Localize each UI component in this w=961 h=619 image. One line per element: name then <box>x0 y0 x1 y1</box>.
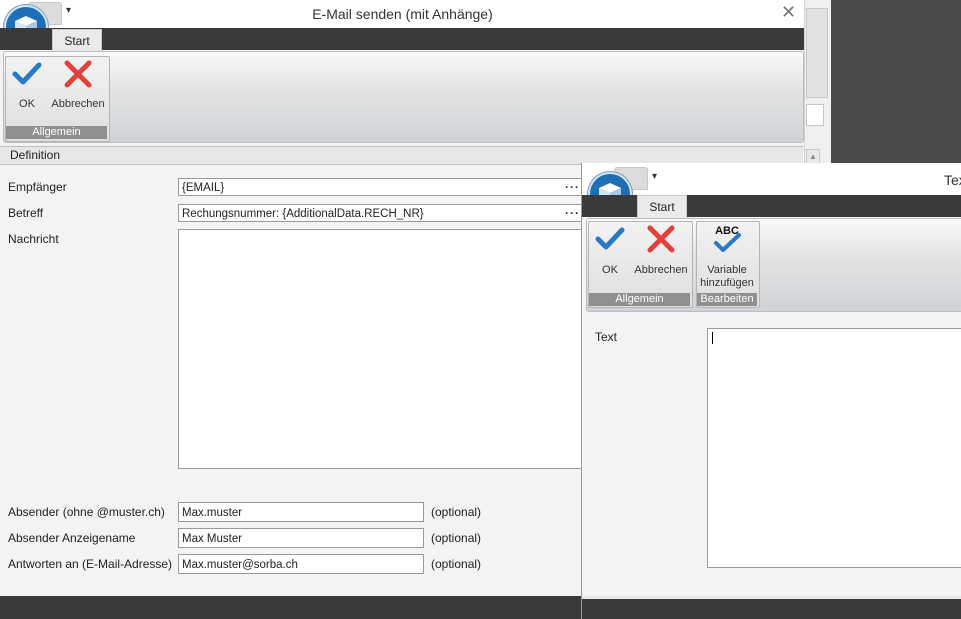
ribbon <box>3 51 804 143</box>
background-scrollbar[interactable] <box>806 8 828 98</box>
cross-icon <box>64 60 92 88</box>
add-variable-label-2: hinzufügen <box>700 277 754 289</box>
text-input-area[interactable] <box>707 328 961 568</box>
window-title: E-Mail senden (mit Anhänge) <box>312 6 493 22</box>
text-cursor <box>712 332 713 344</box>
group-label-general: Allgemein <box>6 126 107 139</box>
quick-access-dropdown-icon-2[interactable]: ▾ <box>652 171 657 182</box>
status-bar-2 <box>582 596 961 619</box>
message-textarea[interactable] <box>178 229 582 469</box>
ok-button-2[interactable]: OK <box>591 225 629 279</box>
tab-start-2[interactable]: Start <box>637 195 687 218</box>
sender-input[interactable]: Max.muster <box>178 502 424 522</box>
add-variable-button[interactable]: ABC Variable hinzufügen <box>697 225 757 291</box>
sender-name-input[interactable]: Max Muster <box>178 528 424 548</box>
message-label: Nachricht <box>8 232 59 246</box>
reply-to-input[interactable]: Max.muster@sorba.ch <box>178 554 424 574</box>
cancel-label: Abbrechen <box>51 98 105 110</box>
sender-label: Absender (ohne @muster.ch) <box>8 505 165 519</box>
sender-name-optional-hint: (optional) <box>431 531 482 545</box>
cross-icon-2 <box>647 225 675 253</box>
recipient-label: Empfänger <box>8 180 67 194</box>
ok-label: OK <box>19 98 35 110</box>
subject-input[interactable]: Rechungsnummer: {AdditionalData.RECH_NR} <box>178 204 582 222</box>
reply-to-label: Antworten an (E-Mail-Adresse) <box>8 557 173 571</box>
subject-more-button[interactable]: ··· <box>565 206 580 220</box>
background-panel <box>806 104 824 126</box>
recipient-more-button[interactable]: ··· <box>565 180 580 194</box>
group-label-edit: Bearbeiten <box>697 293 757 306</box>
ok-label-2: OK <box>602 264 618 276</box>
window-title-2: Tex <box>944 172 961 188</box>
tab-strip <box>0 28 805 50</box>
tab-start[interactable]: Start <box>52 29 102 52</box>
reply-to-optional-hint: (optional) <box>431 557 482 571</box>
check-icon <box>12 62 42 85</box>
cancel-label-2: Abbrechen <box>634 264 688 276</box>
group-label-general-2: Allgemein <box>589 293 690 306</box>
subject-label: Betreff <box>8 206 44 220</box>
cancel-button[interactable]: Abbrechen <box>50 60 106 114</box>
add-variable-label-1: Variable <box>707 264 747 276</box>
recipient-input[interactable]: {EMAIL} <box>178 178 582 196</box>
close-icon[interactable]: ✕ <box>781 2 796 23</box>
text-label: Text <box>595 330 618 344</box>
status-bar-edge <box>582 596 961 599</box>
cancel-button-2[interactable]: Abbrechen <box>633 225 689 279</box>
sender-name-label: Absender Anzeigename <box>8 531 136 545</box>
sender-optional-hint: (optional) <box>431 505 482 519</box>
check-icon-2 <box>595 227 625 250</box>
ok-button[interactable]: OK <box>8 60 46 114</box>
text-dialog-window: ▾ Tex Start OK Abbrechen ABC Variable h <box>581 163 961 619</box>
abc-check-icon: ABC <box>697 225 757 255</box>
